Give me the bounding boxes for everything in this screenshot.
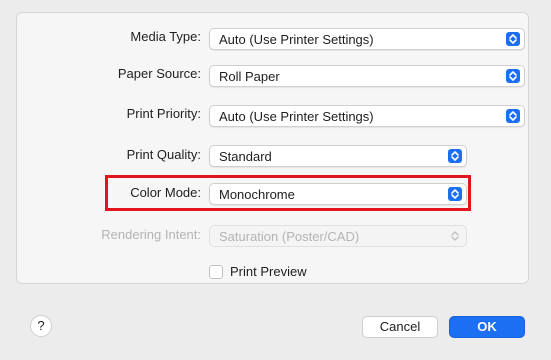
print-quality-popup[interactable]: Standard [209, 145, 467, 167]
paper-source-value: Roll Paper [219, 69, 280, 84]
rendering-intent-value: Saturation (Poster/CAD) [219, 229, 360, 244]
print-priority-label: Print Priority: [126, 106, 201, 121]
color-mode-popup[interactable]: Monochrome [209, 183, 467, 205]
print-preview-checkbox[interactable] [209, 265, 223, 279]
print-preview-label[interactable]: Print Preview [230, 262, 307, 282]
ok-button[interactable]: OK [449, 316, 525, 338]
print-quality-value: Standard [219, 149, 272, 164]
rendering-intent-popup: Saturation (Poster/CAD) [209, 225, 467, 247]
color-mode-label: Color Mode: [130, 185, 201, 200]
chevron-updown-icon [448, 149, 462, 163]
chevron-updown-icon [448, 229, 462, 243]
color-mode-value: Monochrome [219, 187, 295, 202]
media-type-popup[interactable]: Auto (Use Printer Settings) [209, 28, 525, 50]
chevron-updown-icon [506, 32, 520, 46]
media-type-label: Media Type: [130, 29, 201, 44]
rendering-intent-label: Rendering Intent: [101, 227, 201, 242]
print-priority-popup[interactable]: Auto (Use Printer Settings) [209, 105, 525, 127]
print-quality-label: Print Quality: [126, 147, 201, 162]
paper-source-popup[interactable]: Roll Paper [209, 65, 525, 87]
chevron-updown-icon [448, 187, 462, 201]
cancel-button[interactable]: Cancel [362, 316, 438, 338]
media-type-value: Auto (Use Printer Settings) [219, 32, 374, 47]
chevron-updown-icon [506, 69, 520, 83]
chevron-updown-icon [506, 109, 520, 123]
print-priority-value: Auto (Use Printer Settings) [219, 109, 374, 124]
paper-source-label: Paper Source: [117, 66, 201, 81]
help-button[interactable]: ? [30, 315, 52, 337]
